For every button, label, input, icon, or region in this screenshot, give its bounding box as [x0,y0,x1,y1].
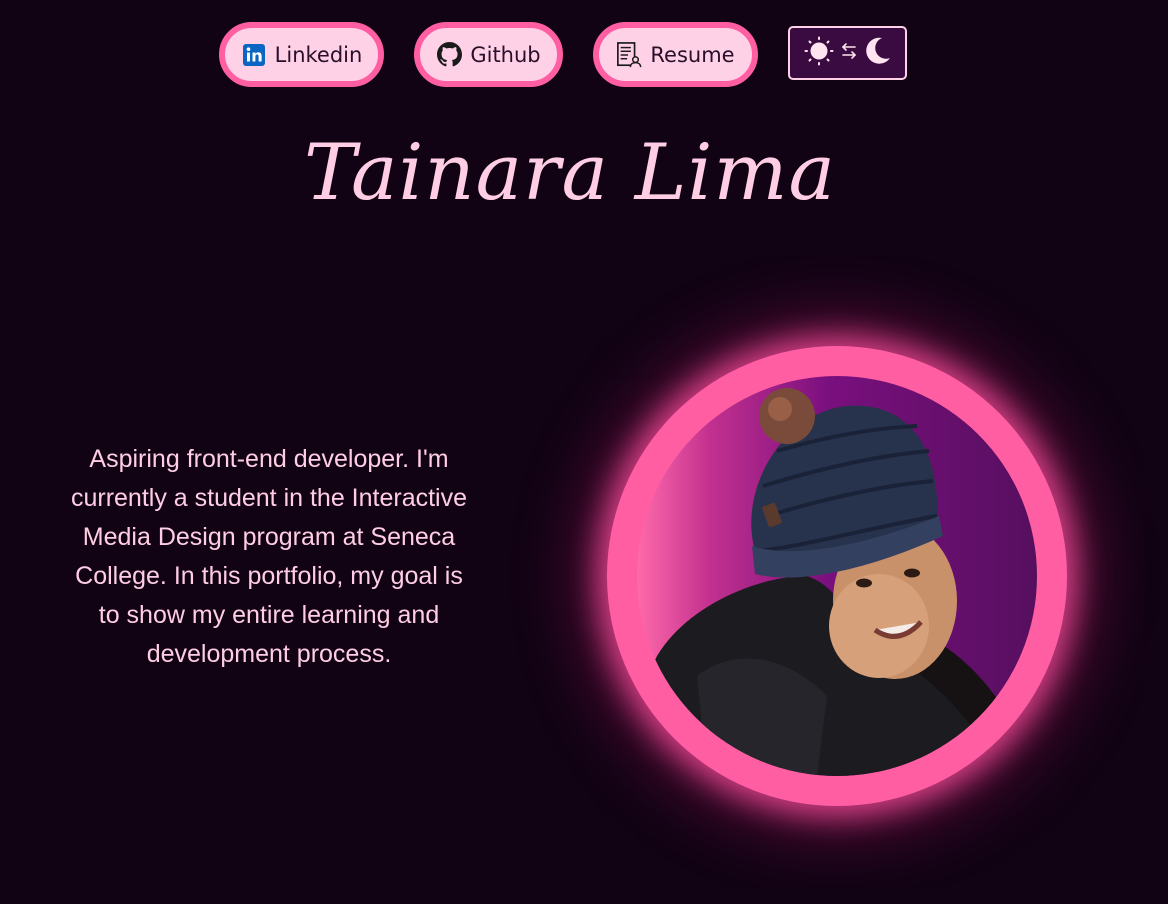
resume-label: Resume [650,42,735,67]
resume-document-icon [616,41,642,68]
theme-toggle-button[interactable] [788,26,907,80]
moon-icon [864,36,892,70]
profile-photo [637,388,1037,776]
linkedin-button[interactable]: Linkedin [219,22,384,87]
avatar [637,376,1037,776]
linkedin-icon [241,42,267,68]
avatar-frame [607,346,1067,806]
github-label: Github [470,42,541,67]
page-title: Tainara Lima [304,128,836,218]
resume-button[interactable]: Resume [593,22,758,87]
page: Linkedin Github Resume Tainara Lima Aspi… [0,0,1168,904]
linkedin-label: Linkedin [274,42,363,67]
github-button[interactable]: Github [414,22,563,87]
sun-icon [804,36,834,70]
swap-arrows-icon [840,40,858,66]
bio-text: Aspiring front-end developer. I'm curren… [70,445,468,668]
github-icon [436,42,462,68]
